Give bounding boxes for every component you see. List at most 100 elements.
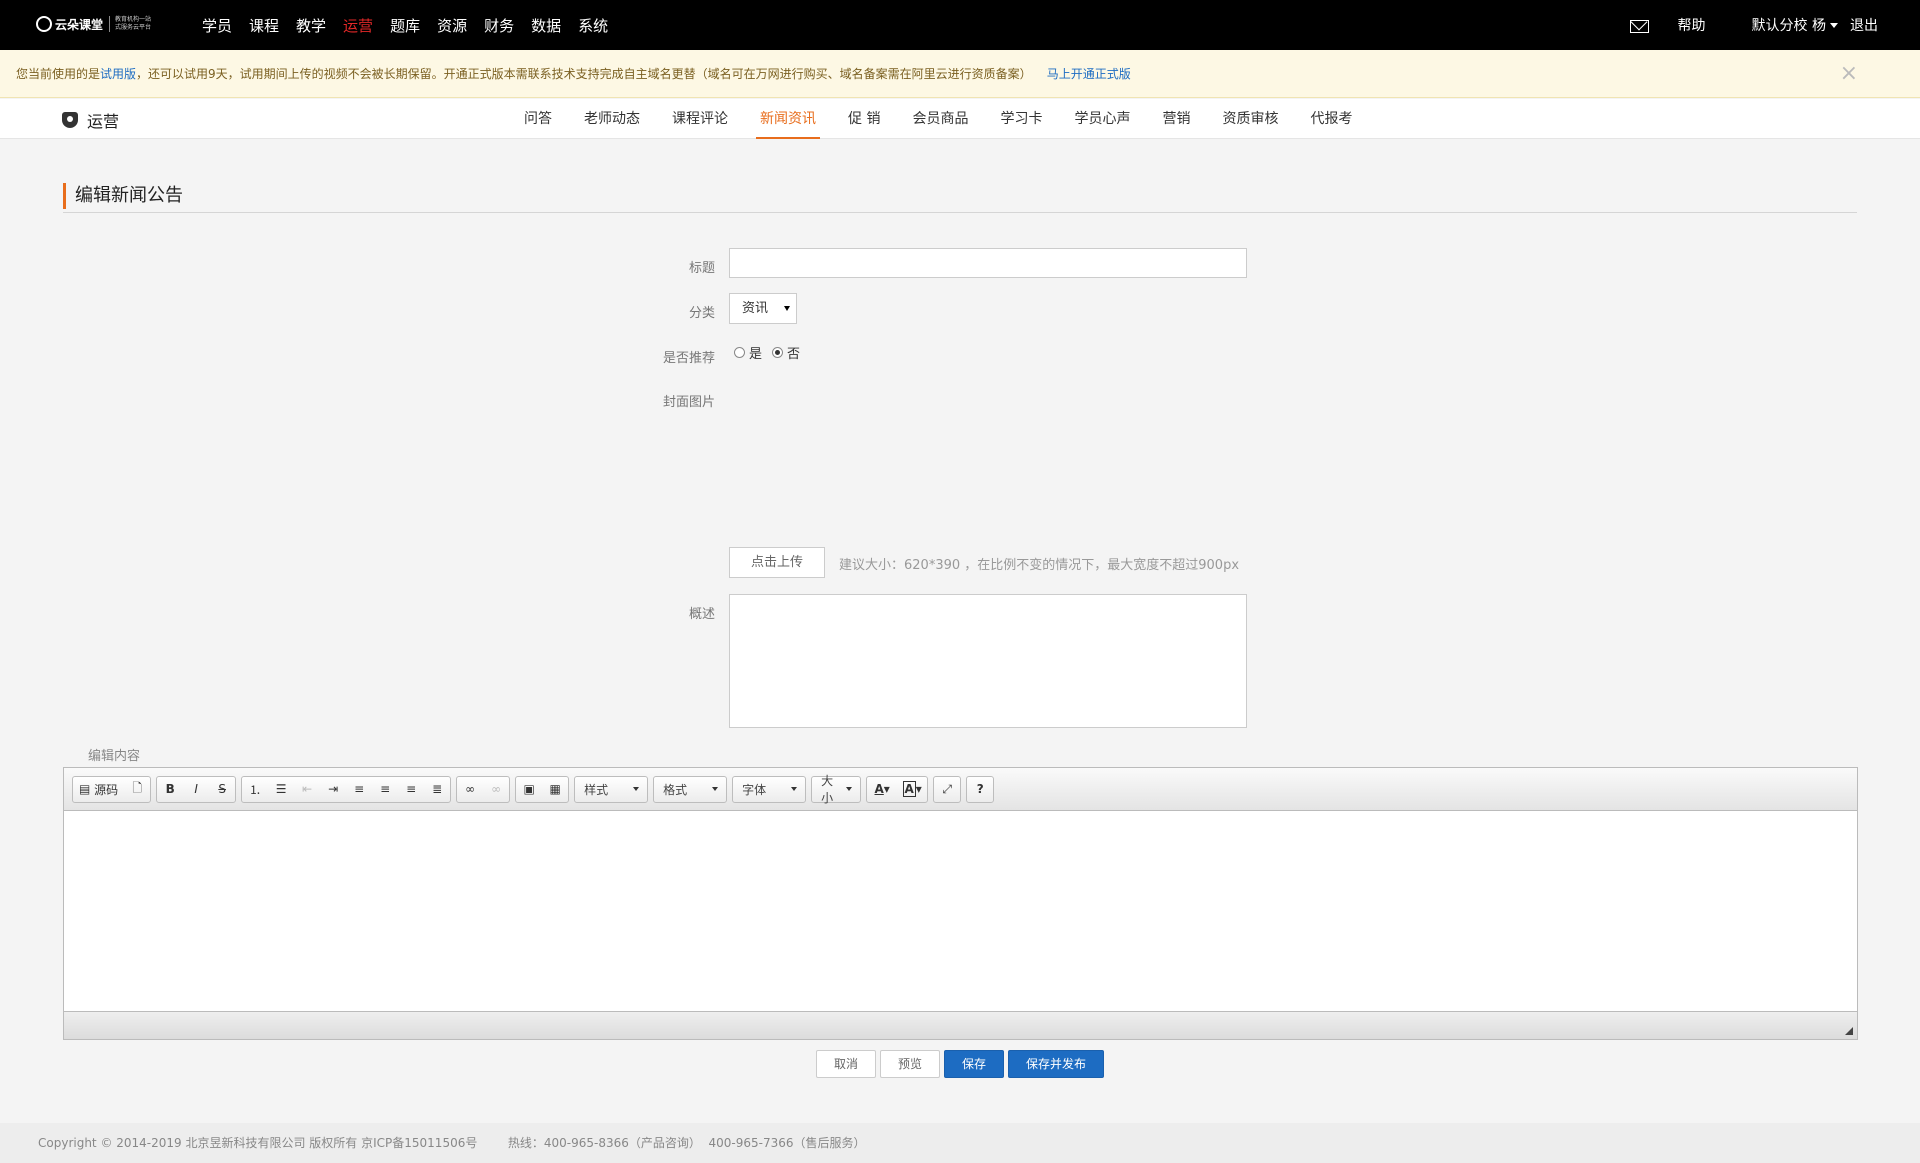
editor-toolbar: ▤ 源码 🗋 B I S ⒈ ☰ ⇤ ⇥ ≡ ≡ ≡ ≣ ∞ ∞ ▣ ▦ 样式 … bbox=[64, 768, 1857, 811]
resize-handle-icon[interactable] bbox=[1845, 1027, 1853, 1035]
font-combo[interactable]: 字体 bbox=[732, 775, 807, 803]
toolbar-group-help: ? bbox=[966, 775, 995, 803]
cover-label: 封面图片 bbox=[662, 395, 715, 410]
brand-tagline: 教育机构一站 式服务云平台 bbox=[109, 16, 151, 32]
nav-resources[interactable]: 资源 bbox=[437, 15, 467, 36]
help-icon[interactable]: ? bbox=[967, 777, 993, 802]
style-combo[interactable]: 样式 bbox=[574, 775, 649, 803]
mail-icon[interactable] bbox=[1629, 20, 1649, 33]
nav-finance[interactable]: 财务 bbox=[484, 15, 514, 36]
unlink-icon[interactable]: ∞ bbox=[483, 777, 509, 802]
outdent-icon[interactable]: ⇤ bbox=[294, 777, 320, 802]
notice-text: ，还可以试用9天，试用期间上传的视频不会被长期保留。开通正式版本需联系技术支持完… bbox=[136, 67, 1032, 81]
tab-1[interactable]: 问答 bbox=[520, 99, 556, 139]
upload-button[interactable]: 点击上传 bbox=[729, 547, 825, 578]
tab-4[interactable]: 新闻资讯 bbox=[756, 99, 820, 139]
source-button[interactable]: ▤ 源码 bbox=[73, 777, 124, 802]
new-page-icon[interactable]: 🗋 bbox=[124, 777, 150, 802]
summary-textarea[interactable] bbox=[729, 594, 1247, 728]
bold-icon[interactable]: B bbox=[157, 777, 183, 802]
size-combo[interactable]: 大小 bbox=[811, 774, 862, 805]
toolbar-group-paragraph: ⒈ ☰ ⇤ ⇥ ≡ ≡ ≡ ≣ bbox=[241, 775, 452, 803]
tab-11[interactable]: 代报考 bbox=[1306, 99, 1356, 139]
table-icon[interactable]: ▦ bbox=[542, 777, 568, 802]
format-combo[interactable]: 格式 bbox=[653, 775, 728, 803]
nav-students[interactable]: 学员 bbox=[202, 15, 232, 36]
numbered-list-icon[interactable]: ⒈ bbox=[242, 777, 268, 802]
recommend-yes-label: 是 bbox=[749, 347, 763, 362]
nav-question-bank[interactable]: 题库 bbox=[390, 15, 420, 36]
italic-icon[interactable]: I bbox=[183, 777, 209, 802]
section-title: 运营 bbox=[62, 108, 119, 132]
toolbar-group-color: A ▾ A ▾ bbox=[866, 775, 929, 803]
main-nav: 学员 课程 教学 运营 题库 资源 财务 数据 系统 bbox=[202, 0, 625, 50]
category-label: 分类 bbox=[688, 306, 715, 321]
help-link[interactable]: 帮助 bbox=[1678, 15, 1706, 35]
sub-nav: 运营 问答 老师动态 课程评论 新闻资讯促 销会员商品 学习卡 学员心声 营销 资质审核 代报考 bbox=[0, 99, 1920, 139]
notice-prefix: 您当前使用的是 bbox=[16, 67, 101, 81]
tab-9[interactable]: 营销 bbox=[1158, 99, 1194, 139]
nav-system[interactable]: 系统 bbox=[578, 15, 608, 36]
tab-6[interactable]: 会员商品 bbox=[908, 99, 972, 139]
tab-2[interactable]: 老师动态 bbox=[580, 99, 644, 139]
toolbar-group-text: B I S bbox=[156, 775, 237, 803]
toolbar-group-link: ∞ ∞ bbox=[456, 775, 511, 803]
nav-teaching[interactable]: 教学 bbox=[296, 15, 326, 36]
strikethrough-icon[interactable]: S bbox=[209, 777, 235, 802]
title-label: 标题 bbox=[688, 261, 715, 276]
user-area: 帮助 默认分校 杨 退出 bbox=[1629, 0, 1878, 50]
upload-hint: 建议大小：620*390 ，在比例不变的情况下，最大宽度不超过900px bbox=[839, 558, 1240, 573]
image-icon[interactable]: ▣ bbox=[516, 777, 542, 802]
logo[interactable]: 云朵课堂 教育机构一站 式服务云平台 bbox=[36, 9, 151, 39]
background-color-icon[interactable]: A ▾ bbox=[897, 777, 927, 802]
bulleted-list-icon[interactable]: ☰ bbox=[268, 777, 294, 802]
tab-10[interactable]: 资质审核 bbox=[1218, 99, 1282, 139]
brand-name: 云朵课堂 bbox=[36, 16, 103, 33]
toolbar-group-maximize: ⤢ bbox=[933, 775, 962, 803]
shield-icon bbox=[62, 112, 78, 128]
nav-operations[interactable]: 运营 bbox=[343, 15, 373, 36]
editor-status-bar bbox=[64, 1011, 1857, 1039]
editor-content-area[interactable] bbox=[64, 811, 1857, 1011]
save-publish-button[interactable]: 保存并发布 bbox=[1008, 1050, 1104, 1078]
title-input[interactable] bbox=[729, 248, 1247, 278]
tab-8[interactable]: 学员心声 bbox=[1070, 99, 1134, 139]
text-color-icon[interactable]: A ▾ bbox=[867, 777, 897, 802]
preview-button[interactable]: 预览 bbox=[880, 1050, 940, 1078]
close-icon[interactable]: × bbox=[1840, 61, 1858, 86]
align-left-icon[interactable]: ≡ bbox=[346, 777, 372, 802]
indent-icon[interactable]: ⇥ bbox=[320, 777, 346, 802]
rich-text-editor: ▤ 源码 🗋 B I S ⒈ ☰ ⇤ ⇥ ≡ ≡ ≡ ≣ ∞ ∞ ▣ ▦ 样式 … bbox=[63, 767, 1858, 1040]
recommend-label: 是否推荐 bbox=[662, 351, 715, 366]
logout-link[interactable]: 退出 bbox=[1850, 15, 1878, 35]
save-button[interactable]: 保存 bbox=[944, 1050, 1004, 1078]
section-tabs: 问答 老师动态 课程评论 新闻资讯促 销会员商品 学习卡 学员心声 营销 资质审核 代报考 bbox=[520, 99, 1356, 139]
cancel-button[interactable]: 取消 bbox=[816, 1050, 876, 1078]
justify-icon[interactable]: ≣ bbox=[424, 777, 450, 802]
trial-notice: 您当前使用的是 试用版 ，还可以试用9天，试用期间上传的视频不会被长期保留。开通正式… bbox=[0, 50, 1920, 98]
top-bar: 云朵课堂 教育机构一站 式服务云平台 学员 课程 教学 运营 题库 资源 财务 数… bbox=[0, 0, 1920, 50]
link-icon[interactable]: ∞ bbox=[457, 777, 483, 802]
recommend-yes-radio[interactable] bbox=[734, 347, 745, 358]
category-select[interactable]: 资讯 bbox=[729, 293, 797, 324]
cloud-icon bbox=[36, 16, 52, 32]
recommend-radios: 是 否 bbox=[734, 343, 800, 362]
summary-label: 概述 bbox=[688, 607, 715, 622]
tab-7[interactable]: 学习卡 bbox=[996, 99, 1046, 139]
maximize-icon[interactable]: ⤢ bbox=[934, 777, 960, 802]
nav-data[interactable]: 数据 bbox=[531, 15, 561, 36]
chevron-down-icon bbox=[1830, 22, 1838, 28]
footer: Copyright © 2014-2019 北京昱新科技有限公司 版权所有 京I… bbox=[0, 1123, 1920, 1163]
recommend-no-radio[interactable] bbox=[772, 347, 784, 358]
align-right-icon[interactable]: ≡ bbox=[398, 777, 424, 802]
tab-5[interactable]: 促 销 bbox=[844, 99, 884, 139]
tab-3[interactable]: 课程评论 bbox=[668, 99, 732, 139]
content-label: 编辑内容 bbox=[88, 749, 141, 764]
nav-courses[interactable]: 课程 bbox=[249, 15, 279, 36]
open-official-link[interactable]: 马上开通正式版 bbox=[1047, 65, 1131, 82]
trial-label: 试用版 bbox=[100, 67, 137, 81]
align-center-icon[interactable]: ≡ bbox=[372, 777, 398, 802]
school-switcher[interactable]: 默认分校 杨 bbox=[1752, 15, 1843, 35]
page-title: 编辑新闻公告 bbox=[63, 183, 183, 209]
title-divider bbox=[63, 212, 1857, 213]
